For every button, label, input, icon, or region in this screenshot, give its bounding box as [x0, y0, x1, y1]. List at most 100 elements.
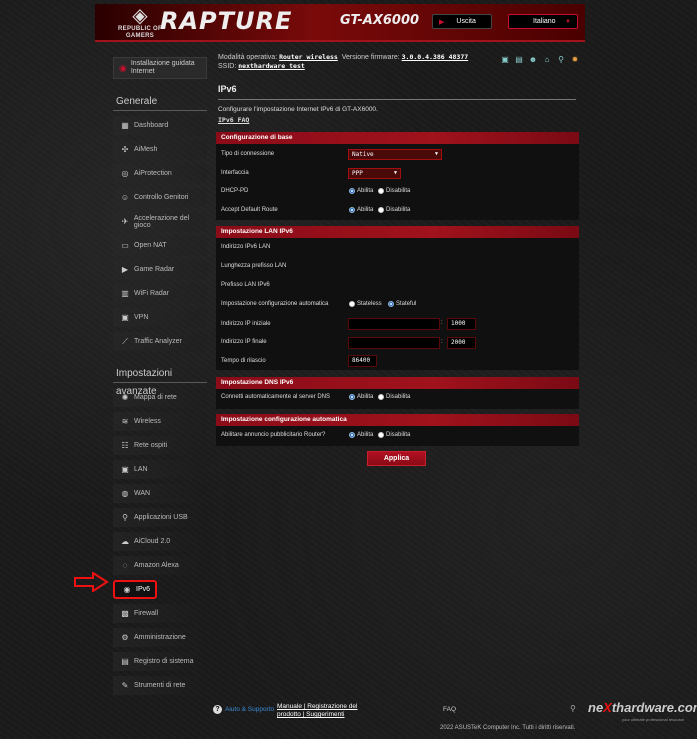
advanced-item-rete-ospiti[interactable]: ☷ Rete ospiti — [113, 436, 207, 455]
firmware-label: Versione firmware: — [341, 54, 400, 61]
radio-dot — [378, 207, 384, 213]
sidebar-item-label: WAN — [134, 490, 151, 497]
advanced-item-aicloud-2-0[interactable]: ☁ AiCloud 2.0 — [113, 532, 207, 551]
general-item-traffic-analyzer[interactable]: ⟋ Traffic Analyzer — [113, 332, 207, 351]
end-ip-label: Indirizzo IP finale — [221, 339, 267, 345]
usb-status-icon[interactable]: ⚲ — [556, 55, 566, 65]
language-value: Italiano — [533, 18, 556, 25]
network-tools-icon: ✎ — [121, 681, 129, 690]
wan-icon: ◍ — [121, 489, 129, 498]
play-icon: ▶ — [439, 18, 445, 26]
general-item-vpn[interactable]: ▣ VPN — [113, 308, 207, 327]
watermark-logo: neXthardware.com — [588, 700, 697, 715]
radio-dot-selected — [349, 188, 355, 194]
page-description: Configurare l'impostazione Internet IPv6… — [218, 106, 378, 113]
alexa-icon: ◌ — [122, 561, 128, 570]
accept-route-enable-radio[interactable]: Abilita — [349, 207, 373, 213]
stateless-radio[interactable]: Stateless — [349, 301, 382, 307]
start-ip-suffix-input[interactable]: 1000 — [447, 318, 476, 330]
interface-select[interactable]: PPP ▼ — [348, 168, 401, 179]
wps-icon[interactable]: ▤ — [514, 55, 524, 65]
quick-setup-button[interactable]: ◉ Installazione guidata Internet — [113, 57, 207, 79]
advanced-item-ipv6[interactable]: ◉ IPv6 — [113, 580, 157, 599]
clients-icon[interactable]: ☻ — [528, 55, 538, 65]
ssid-link[interactable]: nexthardware_test — [238, 62, 305, 70]
auto-dns-enable-radio[interactable]: Abilita — [349, 394, 373, 400]
general-item-open-nat[interactable]: ▭ Open NAT — [113, 236, 207, 255]
help-support-link[interactable]: ? Aiuto & Supporto — [213, 705, 274, 714]
stateful-text: Stateful — [396, 301, 417, 307]
advanced-item-wireless[interactable]: ≋ Wireless — [113, 412, 207, 431]
wifi-radar-icon: ▥ — [121, 289, 129, 298]
general-item-controllo-genitori[interactable]: ☺ Controllo Genitori — [113, 188, 207, 207]
network-icon[interactable]: ⌂ — [542, 55, 552, 65]
sidebar-item-label: Firewall — [134, 610, 159, 617]
globe-icon: ◉ — [119, 63, 127, 73]
conn-type-select[interactable]: Native ▼ — [348, 149, 442, 160]
mode-link[interactable]: Router wireless — [279, 53, 338, 61]
internet-status-icon[interactable]: ▣ — [500, 55, 510, 65]
advanced-item-firewall[interactable]: ▩ Firewall — [113, 604, 207, 623]
sidebar-item-label: AiProtection — [134, 170, 172, 177]
manual-link[interactable]: Manuale — [277, 703, 302, 710]
general-item-accelerazione-del-gioco[interactable]: ✈ Accelerazione del gioco — [113, 212, 207, 231]
enable-text: Abilita — [357, 394, 374, 400]
auto-dns-disable-radio[interactable]: Disabilita — [378, 394, 410, 400]
radio-dot-selected — [349, 394, 355, 400]
firewall-icon: ▩ — [121, 609, 129, 618]
sidebar-item-label: Applicazioni USB — [134, 514, 188, 521]
ra-enable-radio[interactable]: Abilita — [349, 432, 373, 438]
wireless-icon: ≋ — [121, 417, 129, 426]
enable-text: Abilita — [357, 432, 374, 438]
general-item-aimesh[interactable]: ✣ AiMesh — [113, 140, 207, 159]
language-select[interactable]: Italiano ▼ — [508, 14, 578, 29]
advanced-item-amazon-alexa[interactable]: ◌ Amazon Alexa — [113, 556, 207, 575]
start-ip-prefix-input[interactable] — [348, 318, 440, 330]
conn-type-label: Tipo di connessione — [221, 151, 275, 157]
suggestions-link[interactable]: Suggerimenti — [306, 711, 344, 718]
logout-button[interactable]: ▶ Uscita — [432, 14, 492, 29]
ipv6-faq-link[interactable]: IPv6 FAQ — [218, 116, 249, 124]
radio-dot — [378, 432, 384, 438]
firmware-link[interactable]: 3.0.0.4.386_48377 — [402, 53, 469, 61]
sidebar-item-label: Rete ospiti — [134, 442, 168, 449]
registration-link[interactable]: Registrazione del — [307, 703, 357, 710]
system-log-icon: ▤ — [121, 657, 129, 666]
sidebar-item-label: Wireless — [134, 418, 161, 425]
chevron-down-icon: ▼ — [565, 18, 571, 25]
colon-separator: : — [441, 339, 443, 345]
advanced-item-amministrazione[interactable]: ⚙ Amministrazione — [113, 628, 207, 647]
ssid-label: SSID: — [218, 63, 237, 70]
dhcppd-disable-radio[interactable]: Disabilita — [378, 188, 410, 194]
end-ip-prefix-input[interactable] — [348, 337, 440, 349]
advanced-item-lan[interactable]: ▣ LAN — [113, 460, 207, 479]
stateful-radio[interactable]: Stateful — [388, 301, 416, 307]
advanced-item-wan[interactable]: ◍ WAN — [113, 484, 207, 503]
accept-route-label: Accept Default Route — [221, 207, 278, 213]
general-item-wifi-radar[interactable]: ▥ WiFi Radar — [113, 284, 207, 303]
footer-faq[interactable]: FAQ — [443, 706, 456, 713]
vpn-icon: ▣ — [121, 313, 129, 322]
copyright: 2022 ASUSTeK Computer Inc. Tutti i dirit… — [440, 725, 576, 731]
ra-disable-radio[interactable]: Disabilita — [378, 432, 410, 438]
general-item-game-radar[interactable]: ▶ Game Radar — [113, 260, 207, 279]
lease-input[interactable]: 86400 — [348, 355, 377, 367]
accept-route-disable-radio[interactable]: Disabilita — [378, 207, 410, 213]
disable-text: Disabilita — [386, 394, 411, 400]
product-link[interactable]: prodotto — [277, 711, 301, 718]
sidebar-item-label: WiFi Radar — [134, 290, 170, 297]
game-boost-icon: ✈ — [121, 217, 129, 226]
settings-gear-icon[interactable]: ✹ — [570, 55, 580, 65]
general-item-aiprotection[interactable]: ◎ AiProtection — [113, 164, 207, 183]
search-icon[interactable]: ⚲ — [570, 704, 580, 714]
general-item-dashboard[interactable]: ▦ Dashboard — [113, 116, 207, 135]
dhcppd-enable-radio[interactable]: Abilita — [349, 188, 373, 194]
advanced-item-applicazioni-usb[interactable]: ⚲ Applicazioni USB — [113, 508, 207, 527]
advanced-item-registro-di-sistema[interactable]: ▤ Registro di sistema — [113, 652, 207, 671]
end-ip-suffix-input[interactable]: 2000 — [447, 337, 476, 349]
network-map-icon: ✺ — [121, 393, 129, 402]
apply-button[interactable]: Applica — [367, 451, 426, 466]
advanced-item-strumenti-di-rete[interactable]: ✎ Strumenti di rete — [113, 676, 207, 695]
autoconf-label: Impostazione configurazione automatica — [221, 301, 329, 307]
title-divider — [218, 99, 576, 100]
